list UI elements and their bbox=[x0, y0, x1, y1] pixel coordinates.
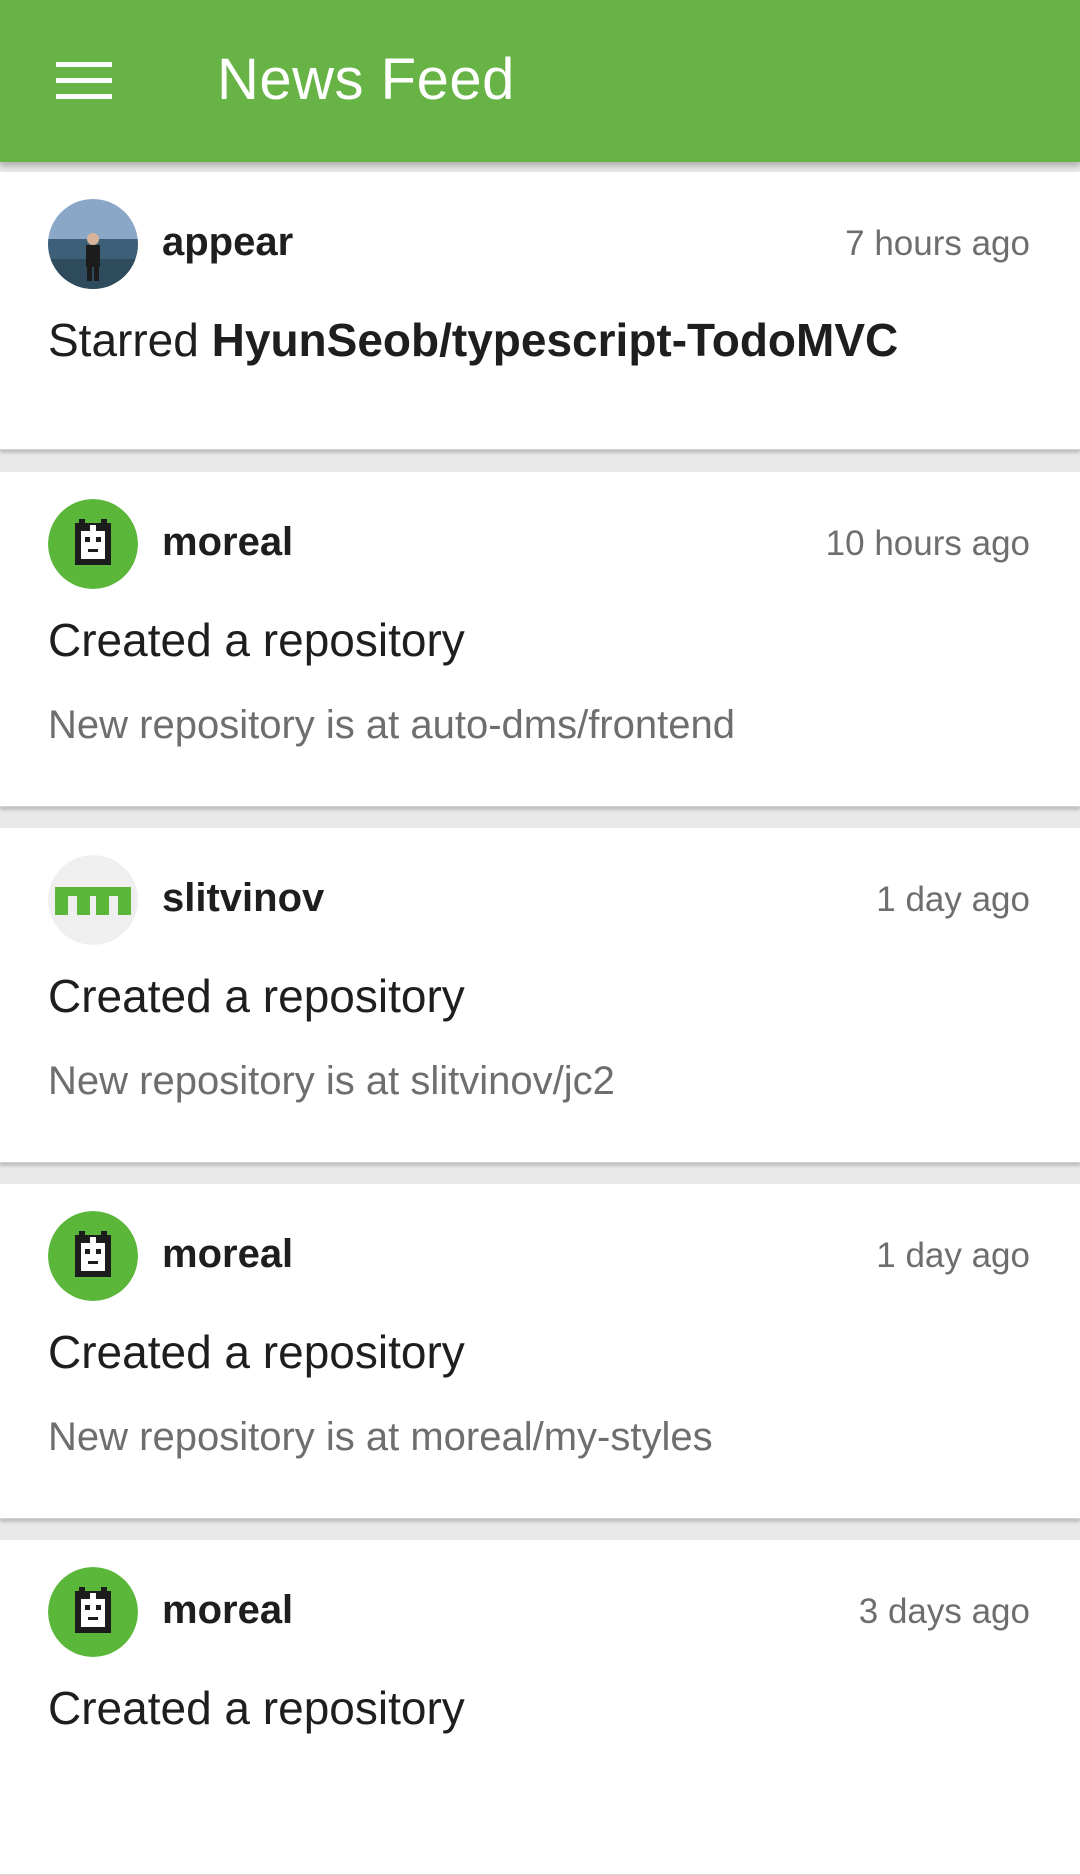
username[interactable]: moreal bbox=[162, 516, 293, 568]
timestamp: 3 days ago bbox=[858, 1592, 1030, 1631]
activity-text: Created a repository bbox=[48, 1326, 465, 1378]
hamburger-menu-icon bbox=[56, 62, 112, 99]
feed-item[interactable]: moreal 10 hours ago Created a repository… bbox=[0, 472, 1080, 807]
username[interactable]: moreal bbox=[162, 1228, 293, 1280]
feed-item[interactable]: moreal 3 days ago Created a repository bbox=[0, 1540, 1080, 1875]
timestamp: 1 day ago bbox=[876, 1236, 1030, 1275]
activity-detail: New repository is at slitvinov/jc2 bbox=[48, 1059, 615, 1103]
timestamp: 7 hours ago bbox=[845, 224, 1030, 263]
pixel-cat-avatar bbox=[48, 499, 138, 589]
user-avatar[interactable] bbox=[48, 1567, 138, 1657]
pixel-cat-avatar bbox=[48, 1567, 138, 1657]
user-avatar[interactable] bbox=[48, 199, 138, 289]
activity-text: Starred HyunSeob/typescript-TodoMVC bbox=[48, 310, 898, 370]
page-title: News Feed bbox=[217, 47, 515, 112]
feed-item[interactable]: slitvinov 1 day ago Created a repository… bbox=[0, 828, 1080, 1163]
pixel-cat-avatar bbox=[48, 1211, 138, 1301]
activity-detail: New repository is at moreal/my-styles bbox=[48, 1415, 713, 1459]
user-photo-avatar bbox=[48, 199, 138, 289]
activity-text: Created a repository bbox=[48, 614, 465, 666]
user-avatar[interactable] bbox=[48, 499, 138, 589]
repository-link[interactable]: HyunSeob/typescript-TodoMVC bbox=[212, 314, 899, 366]
timestamp: 10 hours ago bbox=[825, 524, 1030, 563]
feed-item[interactable]: moreal 1 day ago Created a repository Ne… bbox=[0, 1184, 1080, 1519]
timestamp: 1 day ago bbox=[876, 880, 1030, 919]
user-avatar[interactable] bbox=[48, 855, 138, 945]
username[interactable]: slitvinov bbox=[162, 872, 324, 924]
menu-button[interactable] bbox=[40, 40, 130, 120]
activity-text: Created a repository bbox=[48, 1682, 465, 1734]
activity-verb: Starred bbox=[48, 314, 199, 366]
activity-text: Created a repository bbox=[48, 970, 465, 1022]
username[interactable]: moreal bbox=[162, 1584, 293, 1636]
identicon-avatar bbox=[48, 855, 138, 945]
app-bar: News Feed bbox=[0, 0, 1080, 162]
user-avatar[interactable] bbox=[48, 1211, 138, 1301]
feed-item[interactable]: appear 7 hours ago Starred HyunSeob/type… bbox=[0, 172, 1080, 450]
activity-detail: New repository is at auto-dms/frontend bbox=[48, 703, 735, 747]
username[interactable]: appear bbox=[162, 216, 293, 268]
